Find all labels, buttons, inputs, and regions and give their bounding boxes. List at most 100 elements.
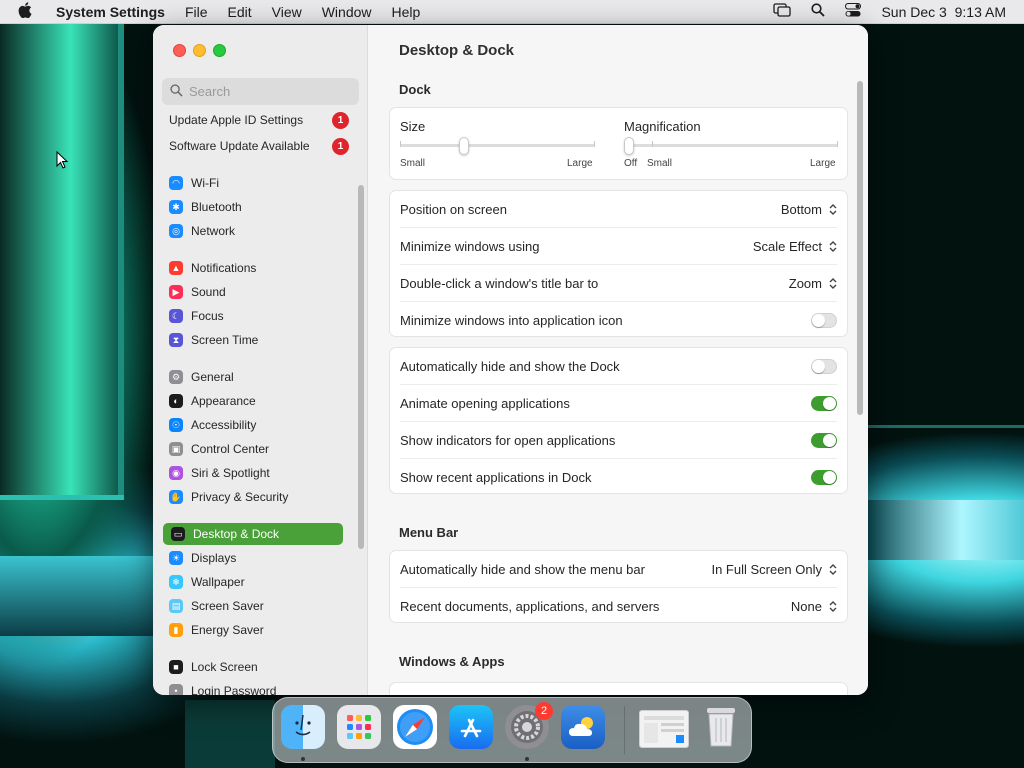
clock[interactable]: Sun Dec 3 9:13 AM — [871, 4, 1016, 20]
sidebar-item-label: Siri & Spotlight — [191, 466, 270, 480]
size-max-label: Large — [567, 158, 593, 169]
sidebar-scrollbar[interactable] — [358, 185, 364, 549]
sidebar-item-label: Sound — [191, 285, 226, 299]
sidebar-item-wallpaper[interactable]: ❄ Wallpaper — [169, 571, 349, 593]
sidebar-item-appearance[interactable]: ◐ Appearance — [169, 390, 349, 412]
sidebar-item-bluetooth[interactable]: ✱ Bluetooth — [169, 196, 349, 218]
sidebar-item-general[interactable]: ⚙ General — [169, 366, 349, 388]
sidebar-item-label: Notifications — [191, 261, 257, 275]
toggle-container — [811, 358, 837, 374]
setting-row-animate-opening-applications: Animate opening applications — [400, 385, 837, 422]
sidebar-item-displays[interactable]: ☀ Displays — [169, 547, 349, 569]
magnification-max-label: Large — [810, 158, 836, 169]
popup-automatically-hide-and-show-the-menu-bar[interactable]: In Full Screen Only — [711, 562, 837, 577]
screenshot-thumbnail-icon[interactable] — [639, 710, 689, 748]
magnification-slider-track[interactable] — [624, 144, 838, 147]
sidebar-item-login-password[interactable]: • Login Password — [169, 680, 349, 695]
sidebar-item-notifications[interactable]: ▲ Notifications — [169, 257, 349, 279]
weather-icon[interactable] — [561, 705, 605, 749]
sidebar-item-privacy-security[interactable]: ✋ Privacy & Security — [169, 486, 349, 508]
launchpad-icon[interactable] — [337, 705, 381, 749]
app-store-icon[interactable] — [449, 705, 493, 749]
setting-row-show-recent-applications-in-dock: Show recent applications in Dock — [400, 459, 837, 496]
toggle-automatically-hide-and-show-the-dock[interactable] — [811, 358, 837, 374]
zoom-button[interactable] — [213, 44, 226, 57]
sidebar-item-desktop-dock[interactable]: ▭ Desktop & Dock — [163, 523, 343, 545]
toggle-show-recent-applications-in-dock[interactable] — [811, 470, 837, 485]
sidebar-item-label: Accessibility — [191, 418, 257, 432]
sidebar-item-screen-saver[interactable]: ▤ Screen Saver — [169, 595, 349, 617]
magnification-slider-thumb[interactable] — [624, 137, 634, 155]
menu-window[interactable]: Window — [312, 4, 382, 20]
wallpaper-panel — [0, 24, 118, 495]
sidebar-item-label: Screen Time — [191, 333, 259, 347]
wallpaper-glow — [868, 500, 1024, 560]
wallpaper-line — [868, 425, 1024, 428]
update-apple-id-item[interactable]: Update Apple ID Settings 1 — [169, 109, 349, 131]
popup-double-click-a-window-s-title-bar-to[interactable]: Zoom — [789, 276, 837, 291]
minimize-button[interactable] — [193, 44, 206, 57]
search-input[interactable]: Search — [162, 78, 359, 105]
setting-label: Position on screen — [400, 201, 507, 217]
setting-row-double-click-a-window-s-title-bar-to: Double-click a window's title bar to Zoom — [400, 265, 837, 302]
key-icon: • — [169, 684, 183, 695]
toggle-knob — [823, 433, 836, 447]
size-slider-track[interactable] — [400, 144, 595, 147]
sidebar-item-wi-fi[interactable]: ◠ Wi-Fi — [169, 172, 349, 194]
toggle-animate-opening-applications[interactable] — [811, 395, 837, 411]
toggle-minimize-windows-into-application-icon[interactable] — [811, 313, 837, 328]
setting-row-position-on-screen: Position on screen Bottom — [400, 191, 837, 228]
setting-row-show-indicators-for-open-applications: Show indicators for open applications — [400, 422, 837, 459]
magnification-slider-tick — [837, 141, 838, 147]
menu-bar-card: Automatically hide and show the menu bar… — [389, 550, 848, 623]
menu-file[interactable]: File — [175, 4, 218, 20]
menu-app-name[interactable]: System Settings — [46, 4, 175, 20]
setting-label: Show recent applications in Dock — [400, 470, 592, 485]
menu-view[interactable]: View — [262, 4, 312, 20]
popup-position-on-screen[interactable]: Bottom — [781, 202, 837, 217]
sidebar-item-network[interactable]: ◎ Network — [169, 220, 349, 242]
toggle-container — [811, 395, 837, 411]
popup-value: Bottom — [780, 201, 822, 217]
screen-saver-icon: ▤ — [169, 599, 183, 613]
sidebar-item-siri-spotlight[interactable]: ◉ Siri & Spotlight — [169, 462, 349, 484]
hourglass-icon: ⧗ — [169, 333, 183, 347]
setting-label: Recent documents, applications, and serv… — [400, 599, 660, 614]
wifi-icon: ◠ — [169, 176, 183, 190]
software-update-label: Software Update Available — [169, 139, 310, 153]
sidebar-item-energy-saver[interactable]: ▮ Energy Saver — [169, 619, 349, 641]
moon-icon: ☾ — [169, 309, 183, 323]
control-center-icon[interactable] — [835, 3, 871, 20]
search-icon[interactable] — [801, 3, 835, 20]
sidebar-item-control-center[interactable]: ▣ Control Center — [169, 438, 349, 460]
safari-icon[interactable] — [393, 705, 437, 749]
screen-mirroring-icon[interactable] — [763, 3, 801, 20]
sidebar-item-label: Energy Saver — [191, 623, 264, 637]
sidebar-item-screen-time[interactable]: ⧗ Screen Time — [169, 329, 349, 351]
content-scrollbar[interactable] — [857, 81, 863, 415]
menu-edit[interactable]: Edit — [218, 4, 262, 20]
software-update-item[interactable]: Software Update Available 1 — [169, 135, 349, 157]
trash-icon[interactable] — [699, 705, 743, 749]
popup-recent-documents-applications-and-servers[interactable]: None — [791, 599, 837, 614]
sidebar-item-focus[interactable]: ☾ Focus — [169, 305, 349, 327]
battery-icon: ▮ — [169, 623, 183, 637]
sidebar-item-accessibility[interactable]: ☉ Accessibility — [169, 414, 349, 436]
sidebar-item-lock-screen[interactable]: ■ Lock Screen — [169, 656, 349, 678]
toggle-show-indicators-for-open-applications[interactable] — [811, 432, 837, 448]
sidebar-item-label: General — [191, 370, 234, 384]
popup-value: Scale Effect — [752, 238, 822, 254]
sidebar-item-label: Wi-Fi — [191, 176, 219, 190]
apple-icon[interactable] — [0, 2, 46, 21]
magnification-label: Magnification — [624, 119, 701, 134]
close-button[interactable] — [173, 44, 186, 57]
menu-help[interactable]: Help — [382, 4, 431, 20]
setting-label: Automatically hide and show the menu bar — [400, 561, 645, 577]
popup-minimize-windows-using[interactable]: Scale Effect — [753, 239, 837, 254]
finder-icon[interactable] — [281, 705, 325, 749]
sidebar-item-label: Focus — [191, 309, 224, 323]
popup-value: In Full Screen Only — [711, 561, 822, 577]
toggle-knob — [812, 314, 825, 327]
sidebar-item-sound[interactable]: ▶ Sound — [169, 281, 349, 303]
size-slider-thumb[interactable] — [459, 137, 470, 155]
